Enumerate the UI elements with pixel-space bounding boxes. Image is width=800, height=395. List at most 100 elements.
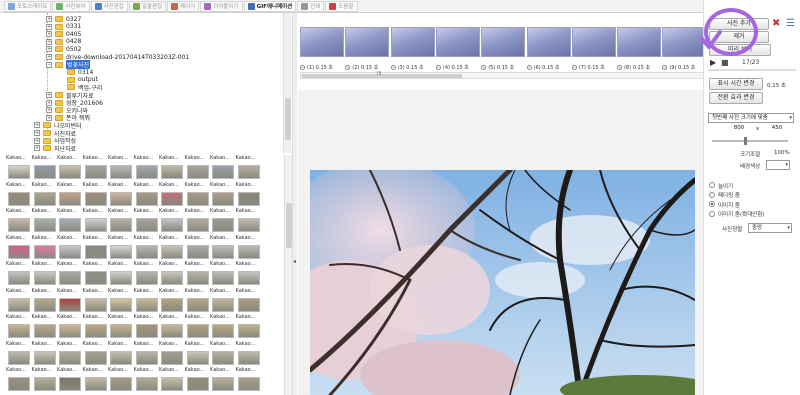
gif-frame[interactable] [617, 27, 662, 57]
expand-icon[interactable]: + [46, 114, 52, 121]
tab-7[interactable]: 인쇄 [297, 0, 325, 12]
expand-icon[interactable]: + [46, 46, 52, 53]
frame-progress-bar[interactable] [708, 69, 796, 71]
thumbnail-view-icon[interactable]: ☰ [786, 18, 795, 29]
remove-frame-icon[interactable]: - [345, 65, 351, 70]
filmstrip-scrollbar[interactable]: III [300, 71, 705, 79]
remove-frame-icon[interactable]: - [390, 65, 396, 70]
remove-frame-icon[interactable]: - [300, 65, 305, 70]
frame-label[interactable]: - (6) 0.15 초 [526, 64, 560, 71]
expand-icon[interactable]: + [46, 31, 52, 38]
remove-frame-icon[interactable]: - [526, 65, 532, 70]
file-thumbnail[interactable]: Kakao... [210, 367, 236, 395]
tab-2[interactable]: 사진편집 [90, 0, 128, 12]
tree-scrollbar[interactable] [283, 13, 291, 153]
thumbnail-image [135, 297, 158, 312]
fit-option-radio[interactable] [709, 210, 715, 217]
expand-icon[interactable]: + [46, 99, 52, 106]
background-color-picker[interactable]: ▾ [766, 160, 790, 170]
fit-option-radio[interactable] [709, 201, 715, 207]
tab-3[interactable]: 일괄편집 [128, 0, 167, 12]
expand-icon[interactable]: + [34, 137, 40, 144]
fit-option-label[interactable]: 패더링 줌 [718, 191, 740, 199]
frame-label[interactable]: - (3) 0.15 초 [390, 64, 424, 71]
remove-frame-icon[interactable]: - [571, 65, 577, 70]
file-thumbnail[interactable]: Kakao... [159, 367, 185, 395]
fit-option-radio[interactable] [709, 191, 715, 198]
frame-label[interactable]: - (4) 0.15 초 [435, 64, 469, 71]
expand-icon[interactable]: + [46, 23, 52, 30]
expand-icon[interactable]: + [34, 130, 40, 136]
frame-label[interactable]: - (9) 0.15 초 [662, 64, 695, 71]
filmstrip-scroll-thumb[interactable] [302, 74, 462, 78]
tab-0[interactable]: 포토스케이프 [4, 0, 52, 12]
collapse-icon[interactable]: − [46, 61, 52, 68]
thumbnail-image [33, 350, 56, 365]
tab-8[interactable]: 도움말 [325, 0, 358, 12]
expand-icon[interactable]: + [46, 92, 52, 98]
file-name: Kakao... [159, 181, 179, 188]
change-effect-button[interactable]: 전환 효과 변경 [709, 92, 763, 104]
stop-icon[interactable]: ■ [721, 58, 729, 67]
gif-frame[interactable] [481, 27, 526, 57]
delete-icon[interactable]: ✖ [772, 18, 780, 29]
expand-icon[interactable]: + [46, 107, 52, 114]
tab-5[interactable]: 이어붙이기 [200, 0, 243, 12]
expand-icon[interactable]: + [46, 38, 52, 45]
tree-node[interactable]: + 지난자료 [34, 144, 76, 153]
thumbnail-image [33, 218, 56, 232]
tab-1[interactable]: 사진뷰어 [52, 0, 90, 12]
file-thumbnail[interactable]: Kakao... [185, 367, 211, 395]
align-select[interactable]: 중앙 ▾ [748, 223, 792, 233]
size-mode-select[interactable]: 첫번째 사진 크기에 맞춤 ▾ [708, 113, 794, 123]
remove-frame-icon[interactable]: - [662, 65, 668, 70]
change-time-button[interactable]: 표시 시간 변경 [709, 78, 763, 90]
fit-option-radio[interactable] [709, 182, 715, 188]
file-thumbnail[interactable]: Kakao... [57, 367, 83, 395]
remove-frame-icon[interactable]: - [435, 65, 441, 70]
fit-option-label[interactable]: 이미지 줌(확대안함) [718, 210, 765, 218]
thumbnail-image [135, 244, 158, 259]
fit-option-label[interactable]: 늘이기 [718, 182, 733, 190]
thumbnail-image [237, 350, 260, 365]
tab-6[interactable]: GIF애니메이션 [243, 0, 297, 12]
expand-icon[interactable]: + [46, 16, 52, 22]
fit-option-label[interactable]: 이미지 줌 [718, 201, 740, 209]
splitter-arrow-icon[interactable]: ◂ [293, 258, 296, 265]
file-thumbnail[interactable]: Kakao... [134, 367, 160, 395]
gif-frame[interactable] [435, 27, 480, 57]
frame-label[interactable]: - (7) 0.15 초 [571, 64, 605, 71]
remove-frame-icon[interactable]: - [617, 65, 623, 70]
thumbnail-image [212, 350, 234, 365]
size-slider-knob[interactable] [744, 137, 747, 145]
pane-splitter[interactable]: ◂ [292, 13, 297, 395]
frame-label[interactable]: - (5) 0.15 초 [481, 64, 514, 71]
file-thumbnail[interactable]: Kakao... [83, 367, 109, 395]
expand-icon[interactable]: + [46, 54, 52, 60]
frame-label[interactable]: - (8) 0.15 초 [617, 64, 650, 71]
gif-frame[interactable] [390, 27, 435, 57]
gif-frame[interactable] [526, 27, 571, 57]
size-slider[interactable] [712, 137, 788, 145]
file-thumbnail[interactable]: Kakao... [32, 367, 58, 395]
width-input[interactable]: 800 [728, 125, 750, 134]
file-name: Kakao... [57, 261, 77, 267]
file-name: Kakao... [31, 314, 52, 320]
gif-frame[interactable] [300, 27, 344, 57]
tree-scroll-thumb[interactable] [285, 98, 291, 140]
height-input[interactable]: 450 [766, 125, 788, 134]
file-thumbnail[interactable]: Kakao... [108, 367, 134, 395]
file-thumbnail[interactable]: Kakao... [6, 367, 32, 395]
tab-4[interactable]: 페이지 [167, 0, 200, 12]
gif-frame[interactable] [571, 27, 616, 57]
expand-icon[interactable]: + [34, 122, 40, 129]
tab-label: 사진편집 [103, 4, 124, 10]
play-icon[interactable]: ▶ [710, 58, 716, 67]
frame-label[interactable]: - (2) 0.15 초 [345, 64, 378, 71]
file-thumbnail[interactable]: Kakao... [236, 367, 262, 395]
frame-label[interactable]: - (1) 0.15 초 [300, 64, 333, 71]
gif-frame[interactable] [345, 27, 390, 57]
grid-scrollbar[interactable] [284, 155, 292, 395]
remove-frame-icon[interactable]: - [481, 65, 487, 70]
expand-icon[interactable]: + [34, 145, 40, 152]
